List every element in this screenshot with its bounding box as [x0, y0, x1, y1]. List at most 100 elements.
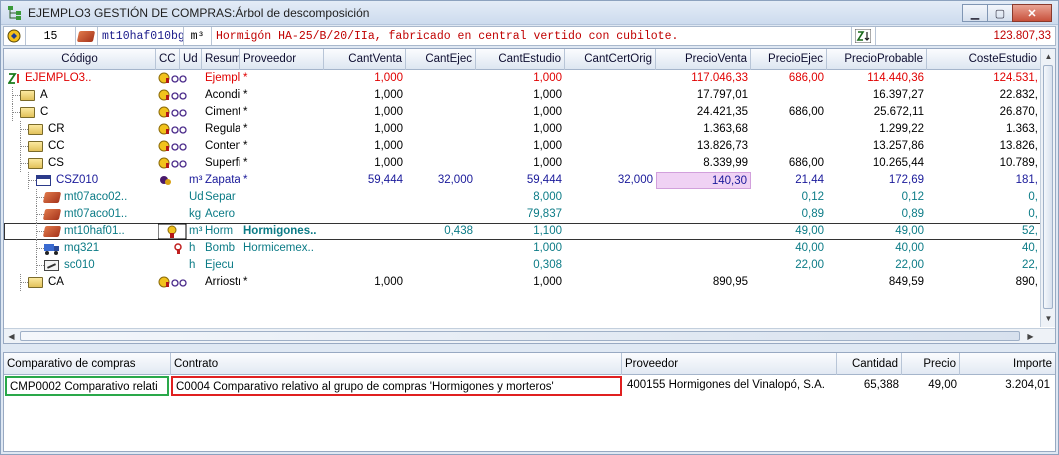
cell-precioejec[interactable]: 40,00: [751, 240, 827, 257]
cell-precioventa[interactable]: [656, 206, 751, 223]
col-header-importe[interactable]: Importe: [960, 353, 1055, 375]
cell-coste[interactable]: 26.870,: [927, 104, 1041, 121]
title-bar[interactable]: EJEMPLO3 GESTIÓN DE COMPRAS:Árbol de des…: [1, 1, 1058, 25]
cell-precioprob[interactable]: 10.265,44: [827, 155, 927, 172]
col-header-cantventa[interactable]: CantVenta: [324, 49, 406, 70]
col-header-cantidad[interactable]: Cantidad: [837, 353, 902, 375]
cell-coste[interactable]: 52,: [927, 223, 1041, 240]
cell-cantventa[interactable]: 1,000: [324, 155, 406, 172]
cell-cantventa[interactable]: 1,000: [324, 104, 406, 121]
cell-cantestudio[interactable]: 1,000: [476, 121, 565, 138]
sort-icon[interactable]: [852, 27, 876, 45]
cell-precioprob[interactable]: 22,00: [827, 257, 927, 274]
cell-cantventa[interactable]: [324, 240, 406, 257]
cell-cantcert[interactable]: [565, 70, 656, 87]
cell-prov[interactable]: [240, 206, 324, 223]
cell-cantestudio[interactable]: 1,000: [476, 240, 565, 257]
cantidad-cell[interactable]: 65,388: [837, 376, 902, 396]
table-row[interactable]: mt07aco01.. kg Acero 79,837 0,89 0,89 0,: [4, 206, 1041, 223]
cell-resumen[interactable]: Superfici: [202, 155, 240, 172]
table-row[interactable]: CAArriostra*1,0001,000890,95849,59890,: [4, 274, 1041, 291]
col-header-proveedor[interactable]: Proveedor: [622, 353, 837, 375]
cell-cantventa[interactable]: 1,000: [324, 138, 406, 155]
cell-precioventa[interactable]: 140,30: [656, 172, 751, 189]
code-field[interactable]: mt10haf010bgab: [98, 27, 184, 45]
cell-cantestudio[interactable]: 79,837: [476, 206, 565, 223]
concept-icon[interactable]: [4, 27, 26, 45]
cell-resumen[interactable]: Cimentaci: [202, 104, 240, 121]
table-row[interactable]: EJEMPLO3..Ejemplo de*1,0001,000117.046,3…: [4, 70, 1041, 87]
cell-cantcert[interactable]: [565, 87, 656, 104]
cell-cantejec[interactable]: [406, 138, 476, 155]
code-cell[interactable]: mt10haf01..: [61, 223, 159, 240]
cell-precioejec[interactable]: [751, 121, 827, 138]
quantity-field[interactable]: 15: [26, 27, 76, 45]
cell-precioprob[interactable]: 114.440,36: [827, 70, 927, 87]
cell-cantcert[interactable]: [565, 121, 656, 138]
cell-coste[interactable]: 181,: [927, 172, 1041, 189]
cell-cantventa[interactable]: [324, 206, 406, 223]
table-row[interactable]: CCimentaci*1,0001,00024.421,35686,0025.6…: [4, 104, 1041, 121]
cell-resumen[interactable]: Arriostra: [202, 274, 240, 291]
cell-precioejec[interactable]: 21,44: [751, 172, 827, 189]
cell-cantventa[interactable]: 1,000: [324, 274, 406, 291]
col-header-cantejec[interactable]: CantEjec: [406, 49, 476, 70]
cell-precioejec[interactable]: 686,00: [751, 155, 827, 172]
cell-resumen[interactable]: Separ: [202, 189, 240, 206]
cell-precioventa[interactable]: 117.046,33: [656, 70, 751, 87]
cell-cantcert[interactable]: [565, 206, 656, 223]
importe-cell[interactable]: 3.204,01: [960, 376, 1053, 396]
cell-cantejec[interactable]: [406, 257, 476, 274]
cell-precioprob[interactable]: 849,59: [827, 274, 927, 291]
cell-precioprob[interactable]: 0,89: [827, 206, 927, 223]
cell-coste[interactable]: 40,: [927, 240, 1041, 257]
code-cell[interactable]: CC: [45, 138, 143, 155]
col-header-precioprobable[interactable]: PrecioProbable: [827, 49, 927, 70]
col-header-comparativo[interactable]: Comparativo de compras: [4, 353, 171, 375]
table-row[interactable]: AAcondicion*1,0001,00017.797,0116.397,27…: [4, 87, 1041, 104]
code-cell[interactable]: CSZ010: [53, 172, 151, 189]
cell-resumen[interactable]: Zapata: [202, 172, 240, 189]
cell-cantestudio[interactable]: 1,000: [476, 155, 565, 172]
code-cell[interactable]: mt07aco02..: [61, 189, 159, 206]
cell-cantcert[interactable]: 32,000: [565, 172, 656, 189]
cell-coste[interactable]: 22.832,: [927, 87, 1041, 104]
col-header-costeestudio[interactable]: CosteEstudio: [927, 49, 1041, 70]
cell-prov[interactable]: *: [240, 121, 324, 138]
table-row[interactable]: CSZ010 m³ Zapata * 59,444 32,000 59,444 32,000 1…: [4, 172, 1041, 189]
cell-precioventa[interactable]: 890,95: [656, 274, 751, 291]
cell-resumen[interactable]: Bomb: [202, 240, 240, 257]
cell-cantejec[interactable]: [406, 87, 476, 104]
table-row[interactable]: CCContenc*1,0001,00013.826,7313.257,8613…: [4, 138, 1041, 155]
col-header-codigo[interactable]: Código: [4, 49, 156, 70]
cell-precioventa[interactable]: [656, 223, 751, 240]
cell-precioejec[interactable]: 686,00: [751, 70, 827, 87]
cell-cantejec[interactable]: 32,000: [406, 172, 476, 189]
vertical-scrollbar[interactable]: ▲ ▼: [1040, 49, 1055, 327]
cell-precioejec[interactable]: [751, 87, 827, 104]
cell-precioejec[interactable]: [751, 274, 827, 291]
horizontal-scrollbar[interactable]: ◀ ▶: [4, 328, 1055, 343]
cell-precioventa[interactable]: 13.826,73: [656, 138, 751, 155]
cell-precioventa[interactable]: [656, 189, 751, 206]
cell-precioprob[interactable]: 172,69: [827, 172, 927, 189]
col-header-cc[interactable]: CC: [156, 49, 180, 70]
cell-precioprob[interactable]: 16.397,27: [827, 87, 927, 104]
contrato-cell[interactable]: C0004 Comparativo relativo al grupo de c…: [171, 376, 622, 396]
cell-cantestudio[interactable]: 1,000: [476, 70, 565, 87]
cell-cantejec[interactable]: [406, 206, 476, 223]
cell-prov[interactable]: [240, 189, 324, 206]
cell-precioventa[interactable]: [656, 240, 751, 257]
cell-resumen[interactable]: Contenc: [202, 138, 240, 155]
cell-precioejec[interactable]: [751, 138, 827, 155]
cell-cantejec[interactable]: [406, 240, 476, 257]
proveedor-cell[interactable]: 400155 Hormigones del Vinalopó, S.A.: [624, 376, 837, 396]
cell-resumen[interactable]: Ejecu: [202, 257, 240, 274]
cell-prov[interactable]: *: [240, 104, 324, 121]
cell-precioventa[interactable]: 17.797,01: [656, 87, 751, 104]
cell-precioprob[interactable]: 40,00: [827, 240, 927, 257]
cell-precioprob[interactable]: 49,00: [827, 223, 927, 240]
description-field[interactable]: Hormigón HA-25/B/20/IIa, fabricado en ce…: [212, 27, 852, 45]
cell-coste[interactable]: 0,: [927, 206, 1041, 223]
table-row[interactable]: mt07aco02.. Ud Separ 8,000 0,12 0,12 0,: [4, 189, 1041, 206]
